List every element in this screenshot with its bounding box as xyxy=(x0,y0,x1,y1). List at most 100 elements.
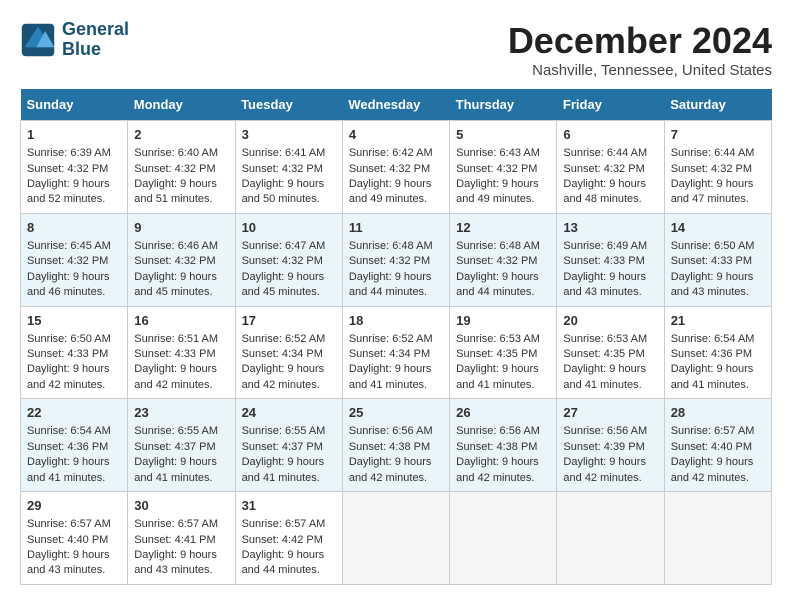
calendar-header: SundayMondayTuesdayWednesdayThursdayFrid… xyxy=(21,89,772,121)
daylight-label: Daylight: 9 hours and 45 minutes. xyxy=(242,271,325,298)
day-cell: 26 Sunrise: 6:56 AM Sunset: 4:38 PM Dayl… xyxy=(450,399,557,492)
sunrise-label: Sunrise: 6:51 AM xyxy=(134,333,218,345)
sunset-label: Sunset: 4:34 PM xyxy=(349,348,430,360)
location: Nashville, Tennessee, United States xyxy=(508,62,772,79)
col-header-saturday: Saturday xyxy=(664,89,771,121)
day-cell: 15 Sunrise: 6:50 AM Sunset: 4:33 PM Dayl… xyxy=(21,306,128,399)
logo-line2: Blue xyxy=(62,39,101,59)
daylight-label: Daylight: 9 hours and 49 minutes. xyxy=(349,178,432,205)
day-number: 2 xyxy=(134,126,228,144)
daylight-label: Daylight: 9 hours and 47 minutes. xyxy=(671,178,754,205)
daylight-label: Daylight: 9 hours and 45 minutes. xyxy=(134,271,217,298)
week-row-1: 1 Sunrise: 6:39 AM Sunset: 4:32 PM Dayli… xyxy=(21,121,772,214)
daylight-label: Daylight: 9 hours and 42 minutes. xyxy=(349,456,432,483)
day-cell: 16 Sunrise: 6:51 AM Sunset: 4:33 PM Dayl… xyxy=(128,306,235,399)
day-number: 20 xyxy=(563,312,657,330)
sunset-label: Sunset: 4:32 PM xyxy=(27,255,108,267)
sunset-label: Sunset: 4:33 PM xyxy=(27,348,108,360)
daylight-label: Daylight: 9 hours and 51 minutes. xyxy=(134,178,217,205)
day-cell: 24 Sunrise: 6:55 AM Sunset: 4:37 PM Dayl… xyxy=(235,399,342,492)
sunset-label: Sunset: 4:32 PM xyxy=(134,255,215,267)
day-cell: 13 Sunrise: 6:49 AM Sunset: 4:33 PM Dayl… xyxy=(557,213,664,306)
day-cell xyxy=(557,492,664,585)
sunset-label: Sunset: 4:40 PM xyxy=(671,441,752,453)
day-number: 4 xyxy=(349,126,443,144)
day-number: 5 xyxy=(456,126,550,144)
sunset-label: Sunset: 4:32 PM xyxy=(671,163,752,175)
month-title: December 2024 xyxy=(508,20,772,62)
day-number: 6 xyxy=(563,126,657,144)
page-header: General Blue December 2024 Nashville, Te… xyxy=(20,20,772,79)
day-number: 3 xyxy=(242,126,336,144)
day-cell: 30 Sunrise: 6:57 AM Sunset: 4:41 PM Dayl… xyxy=(128,492,235,585)
day-number: 23 xyxy=(134,404,228,422)
sunrise-label: Sunrise: 6:39 AM xyxy=(27,147,111,159)
day-cell: 31 Sunrise: 6:57 AM Sunset: 4:42 PM Dayl… xyxy=(235,492,342,585)
day-cell: 12 Sunrise: 6:48 AM Sunset: 4:32 PM Dayl… xyxy=(450,213,557,306)
daylight-label: Daylight: 9 hours and 43 minutes. xyxy=(671,271,754,298)
day-cell: 11 Sunrise: 6:48 AM Sunset: 4:32 PM Dayl… xyxy=(342,213,449,306)
sunrise-label: Sunrise: 6:50 AM xyxy=(27,333,111,345)
day-number: 15 xyxy=(27,312,121,330)
sunrise-label: Sunrise: 6:41 AM xyxy=(242,147,326,159)
sunset-label: Sunset: 4:32 PM xyxy=(349,163,430,175)
sunrise-label: Sunrise: 6:42 AM xyxy=(349,147,433,159)
sunset-label: Sunset: 4:38 PM xyxy=(349,441,430,453)
sunrise-label: Sunrise: 6:44 AM xyxy=(563,147,647,159)
sunrise-label: Sunrise: 6:49 AM xyxy=(563,240,647,252)
daylight-label: Daylight: 9 hours and 48 minutes. xyxy=(563,178,646,205)
day-cell: 3 Sunrise: 6:41 AM Sunset: 4:32 PM Dayli… xyxy=(235,121,342,214)
sunset-label: Sunset: 4:33 PM xyxy=(134,348,215,360)
col-header-thursday: Thursday xyxy=(450,89,557,121)
daylight-label: Daylight: 9 hours and 41 minutes. xyxy=(242,456,325,483)
calendar-body: 1 Sunrise: 6:39 AM Sunset: 4:32 PM Dayli… xyxy=(21,121,772,585)
sunset-label: Sunset: 4:34 PM xyxy=(242,348,323,360)
daylight-label: Daylight: 9 hours and 41 minutes. xyxy=(134,456,217,483)
daylight-label: Daylight: 9 hours and 44 minutes. xyxy=(242,549,325,576)
day-cell: 6 Sunrise: 6:44 AM Sunset: 4:32 PM Dayli… xyxy=(557,121,664,214)
day-number: 28 xyxy=(671,404,765,422)
daylight-label: Daylight: 9 hours and 44 minutes. xyxy=(349,271,432,298)
day-number: 11 xyxy=(349,219,443,237)
daylight-label: Daylight: 9 hours and 44 minutes. xyxy=(456,271,539,298)
sunset-label: Sunset: 4:40 PM xyxy=(27,534,108,546)
week-row-3: 15 Sunrise: 6:50 AM Sunset: 4:33 PM Dayl… xyxy=(21,306,772,399)
daylight-label: Daylight: 9 hours and 41 minutes. xyxy=(671,363,754,390)
sunset-label: Sunset: 4:32 PM xyxy=(563,163,644,175)
daylight-label: Daylight: 9 hours and 42 minutes. xyxy=(27,363,110,390)
day-number: 14 xyxy=(671,219,765,237)
sunset-label: Sunset: 4:41 PM xyxy=(134,534,215,546)
sunrise-label: Sunrise: 6:56 AM xyxy=(456,425,540,437)
sunset-label: Sunset: 4:33 PM xyxy=(563,255,644,267)
day-number: 8 xyxy=(27,219,121,237)
day-cell: 19 Sunrise: 6:53 AM Sunset: 4:35 PM Dayl… xyxy=(450,306,557,399)
daylight-label: Daylight: 9 hours and 41 minutes. xyxy=(563,363,646,390)
sunrise-label: Sunrise: 6:46 AM xyxy=(134,240,218,252)
sunrise-label: Sunrise: 6:54 AM xyxy=(27,425,111,437)
sunrise-label: Sunrise: 6:57 AM xyxy=(27,518,111,530)
sunrise-label: Sunrise: 6:52 AM xyxy=(242,333,326,345)
sunset-label: Sunset: 4:32 PM xyxy=(456,163,537,175)
day-number: 29 xyxy=(27,497,121,515)
day-number: 18 xyxy=(349,312,443,330)
day-cell: 17 Sunrise: 6:52 AM Sunset: 4:34 PM Dayl… xyxy=(235,306,342,399)
day-cell: 23 Sunrise: 6:55 AM Sunset: 4:37 PM Dayl… xyxy=(128,399,235,492)
col-header-tuesday: Tuesday xyxy=(235,89,342,121)
logo-icon xyxy=(20,22,56,58)
day-cell xyxy=(450,492,557,585)
day-cell: 1 Sunrise: 6:39 AM Sunset: 4:32 PM Dayli… xyxy=(21,121,128,214)
sunset-label: Sunset: 4:32 PM xyxy=(242,163,323,175)
sunset-label: Sunset: 4:32 PM xyxy=(349,255,430,267)
day-number: 25 xyxy=(349,404,443,422)
day-number: 24 xyxy=(242,404,336,422)
day-cell: 29 Sunrise: 6:57 AM Sunset: 4:40 PM Dayl… xyxy=(21,492,128,585)
sunrise-label: Sunrise: 6:47 AM xyxy=(242,240,326,252)
logo-text: General Blue xyxy=(62,20,129,60)
daylight-label: Daylight: 9 hours and 42 minutes. xyxy=(671,456,754,483)
sunset-label: Sunset: 4:37 PM xyxy=(242,441,323,453)
week-row-5: 29 Sunrise: 6:57 AM Sunset: 4:40 PM Dayl… xyxy=(21,492,772,585)
day-number: 21 xyxy=(671,312,765,330)
title-area: December 2024 Nashville, Tennessee, Unit… xyxy=(508,20,772,79)
day-number: 16 xyxy=(134,312,228,330)
day-cell: 2 Sunrise: 6:40 AM Sunset: 4:32 PM Dayli… xyxy=(128,121,235,214)
